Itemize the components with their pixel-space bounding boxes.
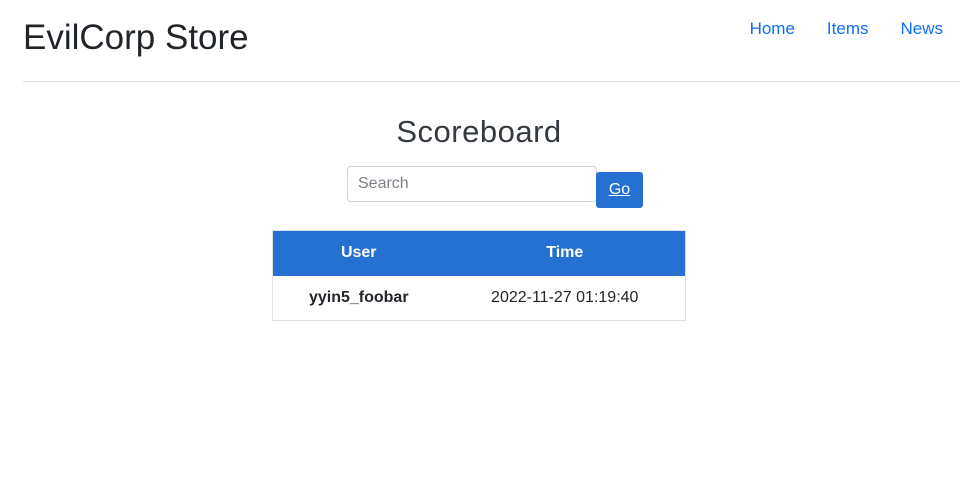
scoreboard-table: User Time yyin5_foobar 2022-11-27 01:19:… [272, 230, 686, 321]
site-brand[interactable]: EvilCorp Store [23, 17, 249, 59]
time-cell: 2022-11-27 01:19:40 [491, 288, 639, 306]
nav-link-items[interactable]: Items [827, 19, 869, 39]
nav-link-home[interactable]: Home [750, 19, 795, 39]
column-header-time: Time [444, 230, 686, 276]
main-nav: Home Items News [718, 19, 943, 39]
go-button[interactable]: Go [596, 172, 643, 208]
table-row: yyin5_foobar 2022-11-27 01:19:40 [273, 276, 686, 321]
column-header-user: User [272, 230, 445, 276]
page-title: Scoreboard [396, 114, 562, 149]
search-input[interactable] [347, 166, 597, 202]
table-header-row: User Time [272, 230, 686, 276]
site-header: EvilCorp Store Home Items News [23, 0, 959, 82]
nav-link-news[interactable]: News [900, 19, 943, 39]
user-cell: yyin5_foobar [308, 288, 409, 306]
